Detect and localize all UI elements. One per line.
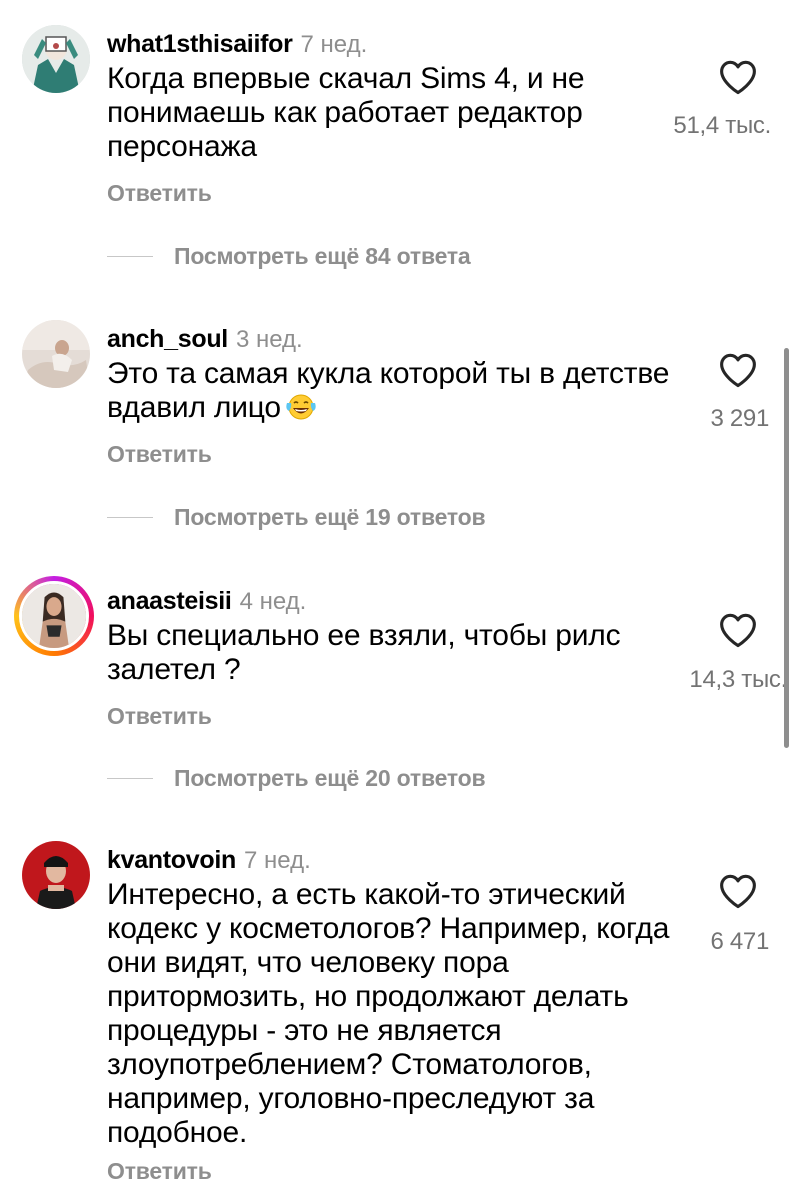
comment-header: kvantovoin 7 нед. [107, 845, 311, 876]
username[interactable]: anaasteisii [107, 587, 232, 615]
comment-header: what1sthisaiifor 7 нед. [107, 29, 367, 60]
username[interactable]: kvantovoin [107, 846, 236, 874]
like-count: 3 291 [710, 405, 769, 432]
like-area: 14,3 тыс. [0, 612, 795, 712]
like-area: 51,4 тыс. [0, 59, 795, 159]
comment-time: 3 нед. [235, 326, 303, 353]
replies-divider [107, 778, 153, 779]
reply-button[interactable]: Ответить [107, 1158, 212, 1185]
heart-outline-icon[interactable] [718, 612, 758, 648]
replies-divider [107, 517, 153, 518]
comment-header: anch_soul 3 нед. [107, 324, 303, 355]
username[interactable]: anch_soul [107, 325, 228, 353]
view-more-replies[interactable]: Посмотреть ещё 84 ответа [107, 241, 607, 271]
comment-time: 7 нед. [300, 31, 368, 58]
heart-outline-icon[interactable] [718, 352, 758, 388]
like-area: 3 291 [0, 352, 795, 452]
like-count: 14,3 тыс. [689, 666, 787, 693]
scrollbar[interactable] [784, 348, 789, 748]
comment-time: 7 нед. [243, 847, 311, 874]
view-more-replies-label[interactable]: Посмотреть ещё 19 ответов [174, 502, 486, 532]
view-more-replies-label[interactable]: Посмотреть ещё 84 ответа [174, 241, 471, 271]
heart-outline-icon[interactable] [718, 59, 758, 95]
username[interactable]: what1sthisaiifor [107, 30, 293, 58]
replies-divider [107, 256, 153, 257]
comment-time: 4 нед. [239, 588, 307, 615]
like-count: 51,4 тыс. [673, 112, 771, 139]
like-area: 6 471 [0, 873, 795, 973]
heart-outline-icon[interactable] [718, 873, 758, 909]
like-count: 6 471 [710, 928, 769, 955]
reply-button[interactable]: Ответить [107, 180, 212, 207]
view-more-replies-label[interactable]: Посмотреть ещё 20 ответов [174, 763, 486, 793]
view-more-replies[interactable]: Посмотреть ещё 19 ответов [107, 502, 607, 532]
view-more-replies[interactable]: Посмотреть ещё 20 ответов [107, 763, 607, 793]
